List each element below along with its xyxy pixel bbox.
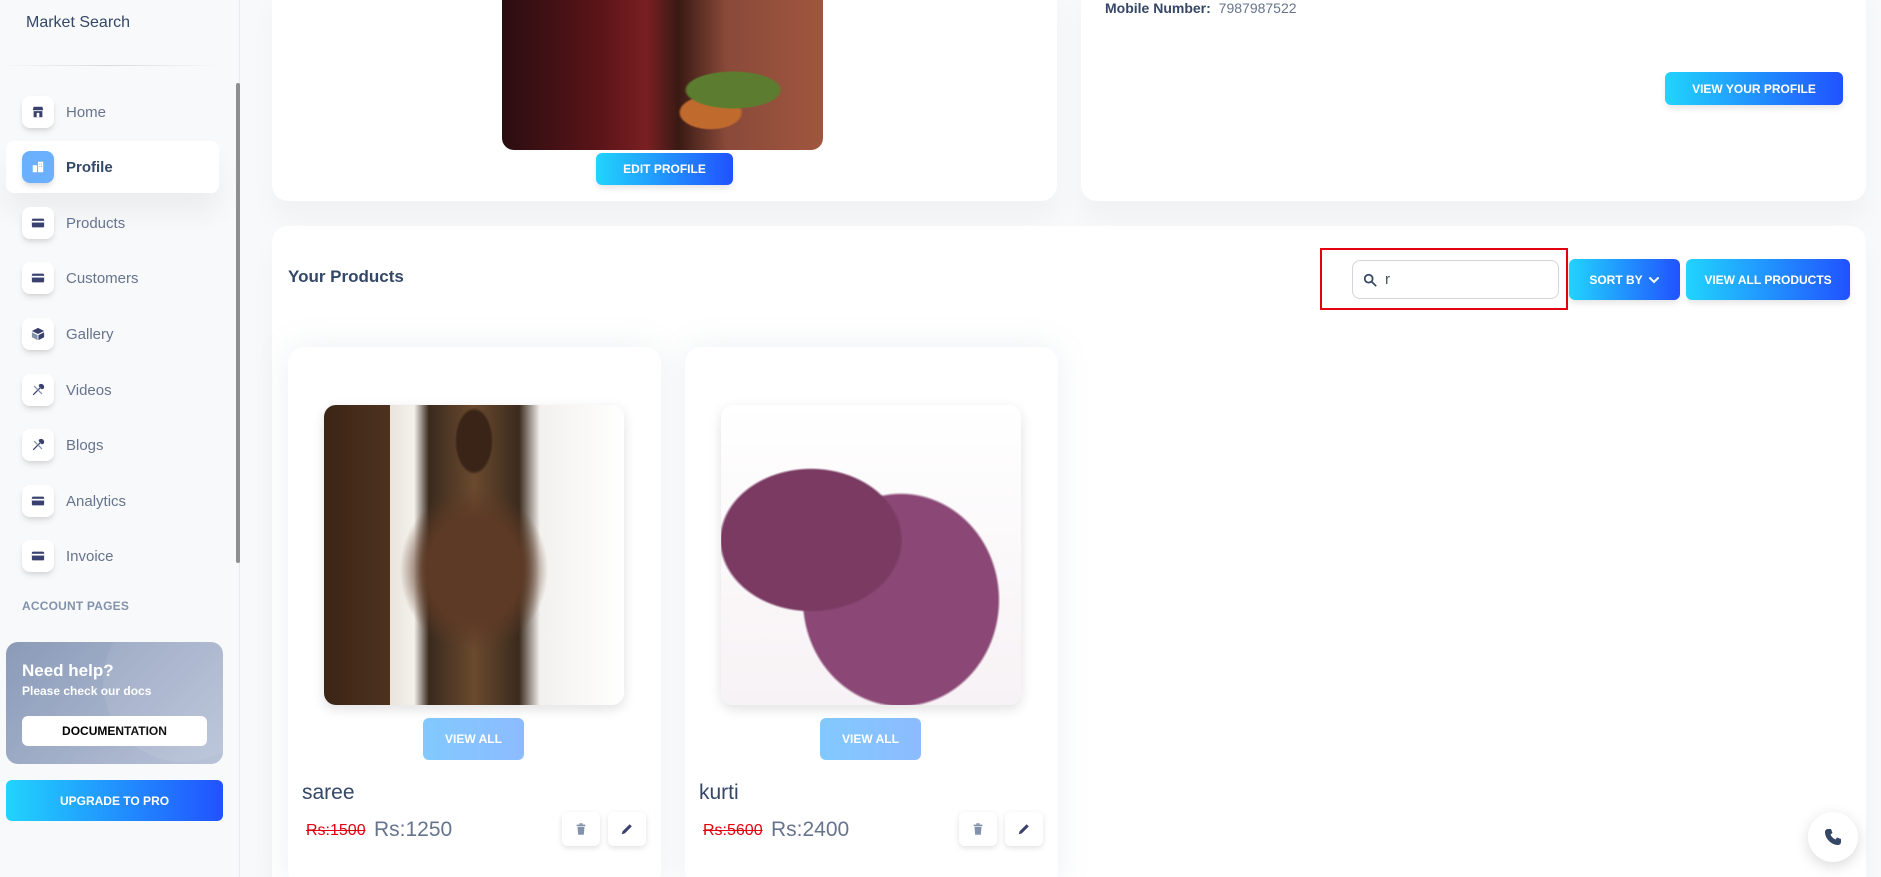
sidebar-item-label: Gallery [66, 325, 114, 343]
sidebar-item-profile[interactable]: Profile [6, 141, 219, 193]
product-card: VIEW ALL saree Rs:1500 Rs:1250 [288, 347, 661, 877]
trash-icon [973, 823, 983, 835]
help-title: Need help? [22, 661, 114, 680]
credit-card-icon [22, 540, 54, 572]
sidebar: Market Search Home Profile Products Cust… [0, 0, 240, 877]
product-view-all-button[interactable]: VIEW ALL [820, 718, 921, 760]
credit-card-icon [22, 207, 54, 239]
product-old-price: Rs:5600 [703, 822, 763, 839]
help-subtitle: Please check our docs [22, 684, 152, 698]
upgrade-to-pro-button[interactable]: UPGRADE TO PRO [6, 780, 223, 821]
office-icon [22, 151, 54, 183]
phone-icon [1825, 829, 1841, 845]
shop-icon [22, 96, 54, 128]
box-icon [22, 318, 54, 350]
sidebar-scrollbar[interactable] [236, 83, 240, 563]
profile-card: EDIT PROFILE [272, 0, 1057, 201]
delete-product-button[interactable] [562, 812, 600, 846]
sidebar-item-label: Videos [66, 381, 112, 399]
products-card: Your Products SORT BY VIEW ALL PRODUCTS … [272, 226, 1866, 877]
edit-product-button[interactable] [1005, 812, 1043, 846]
credit-card-icon [22, 485, 54, 517]
pencil-icon [621, 824, 632, 835]
pencil-icon [1018, 824, 1029, 835]
profile-photo [502, 0, 823, 150]
view-all-products-button[interactable]: VIEW ALL PRODUCTS [1686, 259, 1850, 300]
sort-by-label: SORT BY [1589, 272, 1643, 287]
sidebar-item-label: Profile [66, 158, 113, 176]
help-card: Need help? Please check our docs DOCUMEN… [6, 642, 223, 764]
credit-card-icon [22, 262, 54, 294]
sidebar-item-label: Home [66, 103, 107, 121]
sort-by-button[interactable]: SORT BY [1569, 259, 1680, 300]
product-old-price: Rs:1500 [306, 822, 366, 839]
sidebar-item-invoice[interactable]: Invoice [6, 530, 219, 582]
tools-icon [22, 429, 54, 461]
sidebar-item-label: Blogs [66, 436, 104, 454]
sidebar-item-products[interactable]: Products [6, 197, 219, 249]
sidebar-item-label: Customers [66, 269, 139, 287]
product-name: saree [302, 781, 355, 804]
product-new-price: Rs:2400 [771, 818, 850, 841]
brand-divider [0, 65, 222, 66]
edit-profile-button[interactable]: EDIT PROFILE [596, 153, 733, 185]
products-title: Your Products [288, 267, 404, 286]
sidebar-item-blogs[interactable]: Blogs [6, 419, 219, 471]
documentation-button[interactable]: DOCUMENTATION [22, 716, 207, 746]
product-search-box[interactable] [1352, 260, 1559, 299]
search-icon [1363, 273, 1377, 287]
profile-info-card: Mobile Number: 7987987522 VIEW YOUR PROF… [1081, 0, 1866, 201]
product-image[interactable] [324, 405, 624, 705]
mobile-number-label: Mobile Number: [1105, 0, 1211, 16]
sidebar-item-label: Products [66, 214, 126, 232]
trash-icon [576, 823, 586, 835]
sidebar-item-customers[interactable]: Customers [6, 252, 219, 304]
sidebar-item-label: Analytics [66, 492, 127, 510]
product-image[interactable] [721, 405, 1021, 705]
section-title-account-pages: ACCOUNT PAGES [22, 599, 130, 613]
call-button[interactable] [1808, 812, 1858, 862]
delete-product-button[interactable] [959, 812, 997, 846]
mobile-number-value: 7987987522 [1218, 0, 1297, 16]
sidebar-item-gallery[interactable]: Gallery [6, 308, 219, 360]
mobile-number-row: Mobile Number: 7987987522 [1105, 0, 1297, 16]
sidebar-item-home[interactable]: Home [6, 86, 219, 138]
sidebar-item-label: Invoice [66, 547, 114, 565]
product-new-price: Rs:1250 [374, 818, 453, 841]
brand-title[interactable]: Market Search [26, 14, 130, 32]
edit-product-button[interactable] [608, 812, 646, 846]
product-name: kurti [699, 781, 739, 804]
search-input[interactable] [1385, 271, 1545, 288]
product-card: VIEW ALL kurti Rs:5600 Rs:2400 [685, 347, 1058, 877]
chevron-down-icon [1648, 276, 1659, 283]
sidebar-item-videos[interactable]: Videos [6, 364, 219, 416]
view-your-profile-button[interactable]: VIEW YOUR PROFILE [1665, 72, 1843, 105]
product-view-all-button[interactable]: VIEW ALL [423, 718, 524, 760]
sidebar-item-analytics[interactable]: Analytics [6, 475, 219, 527]
tools-icon [22, 374, 54, 406]
